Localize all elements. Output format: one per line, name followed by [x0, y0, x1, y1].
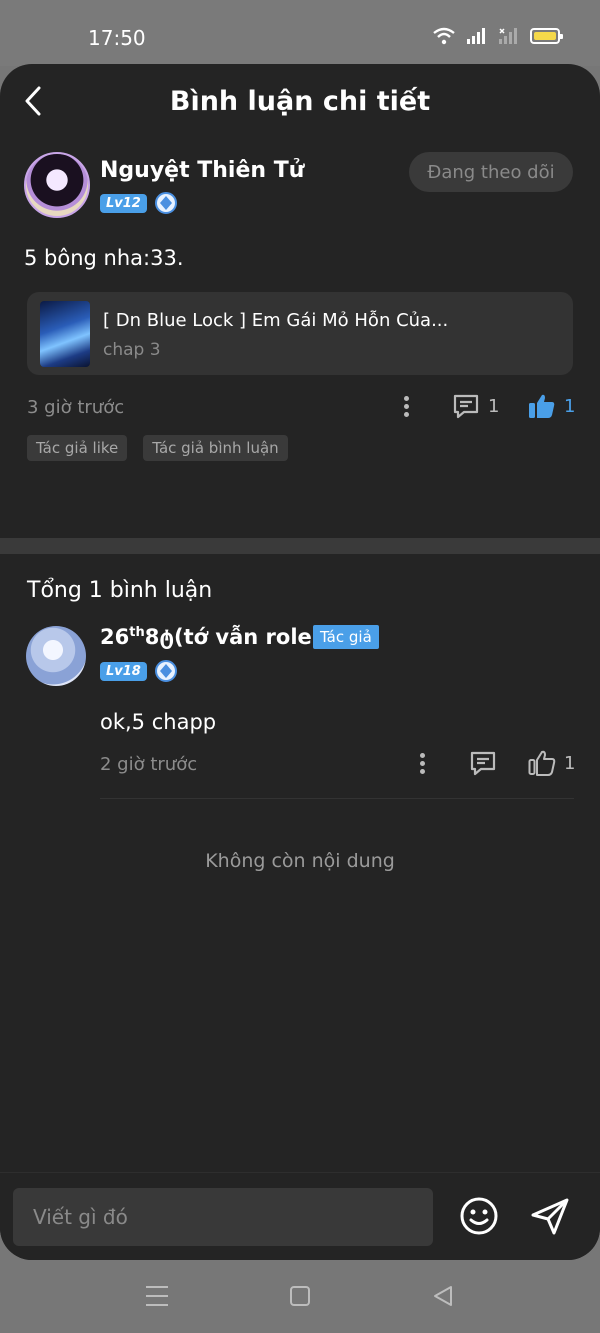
author-tag: Tác giả	[313, 625, 379, 649]
comment-total: Tổng 1 bình luận	[27, 578, 213, 603]
more-options-icon[interactable]	[400, 393, 412, 421]
system-nav-bar	[0, 1260, 600, 1333]
home-icon[interactable]	[290, 1286, 310, 1306]
thumbs-up-icon	[529, 394, 555, 418]
section-divider	[0, 538, 600, 554]
diamond-icon	[154, 192, 177, 214]
follow-button[interactable]: Đang theo dõi	[409, 152, 573, 192]
comment-icon	[453, 394, 479, 419]
comment-like-count: 1	[564, 752, 576, 774]
header: Bình luận chi tiết	[0, 64, 600, 140]
page-title: Bình luận chi tiết	[169, 86, 431, 117]
end-of-content: Không còn nội dung	[205, 850, 395, 872]
commenter-avatar[interactable]	[26, 626, 86, 686]
story-title: [ Dn Blue Lock ] Em Gái Mỏ Hỗn Của...	[103, 310, 449, 331]
reply-button[interactable]	[469, 750, 497, 780]
comment-text: ok,5 chapp	[100, 710, 217, 734]
comment-input-bar	[0, 1172, 600, 1260]
author-badges: Lv12	[100, 192, 177, 214]
post-meta: 3 giờ trước 1 1	[24, 387, 575, 431]
diamond-icon	[154, 660, 177, 682]
post-text: 5 bông nha:33.	[24, 246, 184, 270]
commenter-name[interactable]: 26th8ტ(tớ vẫn role)	[100, 625, 321, 649]
tag-list: Tác giả like Tác giả bình luận	[27, 435, 573, 461]
tag-author-comment: Tác giả bình luận	[143, 435, 288, 461]
menu-icon[interactable]	[146, 1286, 168, 1313]
comment-divider	[100, 798, 574, 799]
tag-author-like: Tác giả like	[27, 435, 128, 461]
comment-item: 26th8ტ(tớ vẫn role) Tác giả Lv18 ok,5 ch…	[0, 620, 600, 799]
back-triangle-icon[interactable]	[432, 1285, 454, 1311]
post-time: 3 giờ trước	[27, 397, 125, 418]
wifi-icon	[432, 27, 456, 45]
comment-input[interactable]	[13, 1188, 433, 1246]
level-badge: Lv12	[100, 193, 147, 213]
post-header: Nguyệt Thiên Tử Lv12 Đang theo dõi	[24, 152, 573, 228]
thumbs-up-icon	[528, 750, 556, 776]
signal-icon-2	[498, 27, 520, 45]
status-time: 17:50	[88, 26, 146, 50]
comment-button[interactable]: 1	[452, 393, 499, 419]
status-bar: 17:50	[0, 0, 600, 66]
send-icon	[531, 1198, 569, 1235]
comment-icon	[470, 751, 496, 776]
story-card[interactable]: [ Dn Blue Lock ] Em Gái Mỏ Hỗn Của... ch…	[27, 292, 573, 375]
post-card: Nguyệt Thiên Tử Lv12 Đang theo dõi 5 bôn…	[0, 152, 600, 461]
story-chapter: chap 3	[103, 340, 161, 360]
story-thumbnail	[40, 301, 90, 367]
battery-icon	[530, 28, 563, 44]
send-button[interactable]	[530, 1196, 570, 1236]
comment-time: 2 giờ trước	[100, 754, 198, 775]
commenter-badges: Lv18	[100, 660, 177, 682]
author-name[interactable]: Nguyệt Thiên Tử	[100, 158, 304, 183]
status-icons	[432, 27, 563, 45]
signal-icon	[466, 27, 488, 45]
comment-like-button[interactable]: 1	[528, 750, 575, 776]
comment-count: 1	[488, 395, 500, 417]
app-window: Bình luận chi tiết Nguyệt Thiên Tử Lv12 …	[0, 64, 600, 1260]
more-options-icon[interactable]	[416, 750, 428, 778]
like-button[interactable]: 1	[528, 393, 575, 419]
like-count: 1	[564, 395, 576, 417]
emoji-button[interactable]	[459, 1196, 499, 1236]
smiley-icon	[460, 1197, 498, 1235]
avatar[interactable]	[24, 152, 90, 218]
level-badge: Lv18	[100, 661, 147, 681]
